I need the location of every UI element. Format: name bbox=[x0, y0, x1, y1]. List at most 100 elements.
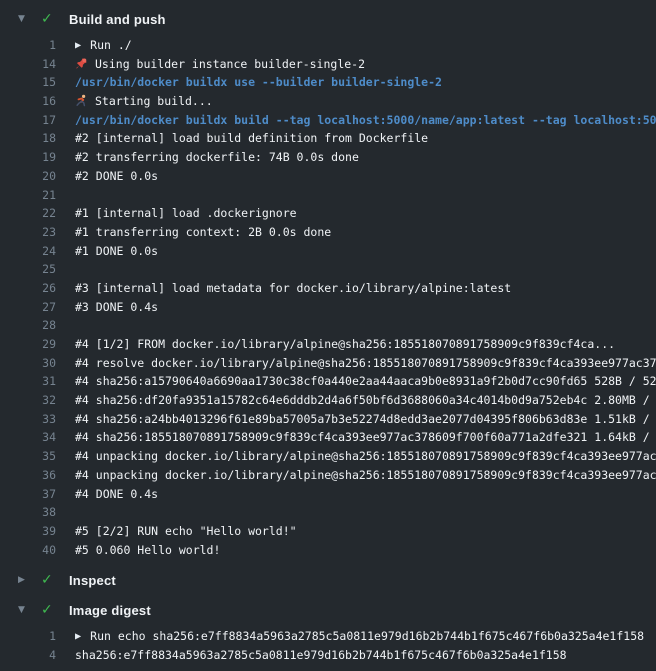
log-line-text: Starting build... bbox=[95, 94, 213, 108]
line-number[interactable]: 1 bbox=[0, 36, 70, 55]
log-line: 24 #1 DONE 0.0s bbox=[0, 242, 656, 261]
log-line-text: sha256:e7ff8834a5963a2785c5a0811e979d16b… bbox=[75, 648, 567, 662]
log-line-text: #3 [internal] load metadata for docker.i… bbox=[75, 281, 511, 295]
log-line-text: #4 sha256:df20fa9351a15782c64e6dddb2d4a6… bbox=[75, 393, 656, 407]
expand-group-icon[interactable]: ▶ bbox=[75, 37, 81, 55]
log-command-text: /usr/bin/docker buildx build --tag local… bbox=[70, 111, 656, 130]
log-line: 19#2 transferring dockerfile: 74B 0.0s d… bbox=[0, 148, 656, 167]
line-number[interactable]: 24 bbox=[0, 242, 70, 261]
section-header-inspect[interactable]: ▶✓Inspect bbox=[0, 565, 656, 595]
log-line: 35 #4 unpacking docker.io/library/alpine@… bbox=[0, 447, 656, 466]
log-line: 20 #2 DONE 0.0s bbox=[0, 167, 656, 186]
line-number[interactable]: 40 bbox=[0, 541, 70, 560]
log-text: #4 sha256:185518070891758909c9f839cf4ca3… bbox=[70, 428, 656, 447]
log-section-build-and-push: ▼✓Build and push1▶Run ./14 Using builder… bbox=[0, 4, 656, 565]
log-line: 14 Using builder instance builder-single… bbox=[0, 55, 656, 74]
line-number[interactable]: 19 bbox=[0, 148, 70, 167]
log-line-text: /usr/bin/docker buildx use --builder bui… bbox=[75, 75, 442, 89]
section-header-image-digest[interactable]: ▼✓Image digest bbox=[0, 595, 656, 625]
line-number[interactable]: 29 bbox=[0, 335, 70, 354]
log-text: ▶ Run ./ bbox=[70, 36, 656, 55]
log-line: 31 #4 sha256:a15790640a6690aa1730c38cf0a4… bbox=[0, 372, 656, 391]
line-number[interactable]: 28 bbox=[0, 316, 70, 335]
pushpin-icon bbox=[75, 57, 88, 70]
line-number[interactable]: 26 bbox=[0, 279, 70, 298]
line-number[interactable]: 30 bbox=[0, 354, 70, 373]
log-line-text: #1 [internal] load .dockerignore bbox=[75, 206, 297, 220]
log-line-text: #2 [internal] load build definition from… bbox=[75, 131, 428, 145]
log-line: 26 #3 [internal] load metadata for docker… bbox=[0, 279, 656, 298]
log-line-text: #5 [2/2] RUN echo "Hello world!" bbox=[75, 524, 297, 538]
log-text bbox=[70, 186, 656, 205]
log-block-build-and-push: 1 ▶ Run ./ 14 Using builder instance builde… bbox=[0, 34, 656, 565]
log-text: #4 unpacking docker.io/library/alpine@sh… bbox=[70, 447, 656, 466]
log-line-text: #4 resolve docker.io/library/alpine@sha2… bbox=[75, 356, 656, 370]
log-line: 1 ▶ Run echo sha256:e7ff8834a5963a2785c5a0… bbox=[0, 627, 656, 646]
log-line-text: #4 sha256:a15790640a6690aa1730c38cf0a440… bbox=[75, 374, 656, 388]
log-line-text: #4 unpacking docker.io/library/alpine@sh… bbox=[75, 449, 656, 463]
section-header-build-and-push[interactable]: ▼✓Build and push bbox=[0, 4, 656, 34]
log-text: #3 [internal] load metadata for docker.i… bbox=[70, 279, 656, 298]
log-line: 30 #4 resolve docker.io/library/alpine@sh… bbox=[0, 354, 656, 373]
section-title-inspect: Inspect bbox=[69, 573, 116, 588]
chevron-down-icon[interactable]: ▼ bbox=[18, 605, 32, 615]
line-number[interactable]: 35 bbox=[0, 447, 70, 466]
line-number[interactable]: 20 bbox=[0, 167, 70, 186]
line-number[interactable]: 23 bbox=[0, 223, 70, 242]
log-text: Starting build... bbox=[70, 92, 656, 111]
log-text: sha256:e7ff8834a5963a2785c5a0811e979d16b… bbox=[70, 646, 656, 665]
log-text: #5 [2/2] RUN echo "Hello world!" bbox=[70, 522, 656, 541]
log-line-text: /usr/bin/docker buildx build --tag local… bbox=[75, 113, 656, 127]
log-text: #3 DONE 0.4s bbox=[70, 298, 656, 317]
chevron-right-icon[interactable]: ▶ bbox=[18, 575, 32, 585]
line-number[interactable]: 31 bbox=[0, 372, 70, 391]
success-check-icon: ✓ bbox=[41, 11, 58, 27]
workflow-log-viewer: ▼✓Build and push1▶Run ./14 Using builder… bbox=[0, 0, 656, 671]
log-line-text: #3 DONE 0.4s bbox=[75, 300, 158, 314]
expand-group-icon[interactable]: ▶ bbox=[75, 628, 81, 646]
line-number[interactable]: 37 bbox=[0, 485, 70, 504]
log-line-text: #1 transferring context: 2B 0.0s done bbox=[75, 225, 331, 239]
log-line-text: #4 DONE 0.4s bbox=[75, 487, 158, 501]
line-number[interactable]: 16 bbox=[0, 92, 70, 111]
log-text: #2 [internal] load build definition from… bbox=[70, 129, 656, 148]
line-number[interactable]: 38 bbox=[0, 503, 70, 522]
log-text: #4 sha256:df20fa9351a15782c64e6dddb2d4a6… bbox=[70, 391, 656, 410]
log-section-inspect: ▶✓Inspect bbox=[0, 565, 656, 595]
log-text bbox=[70, 260, 656, 279]
log-line-text: Run echo sha256:e7ff8834a5963a2785c5a081… bbox=[90, 629, 644, 643]
line-number[interactable]: 1 bbox=[0, 627, 70, 646]
line-number[interactable]: 21 bbox=[0, 186, 70, 205]
log-line: 23 #1 transferring context: 2B 0.0s done bbox=[0, 223, 656, 242]
log-text: #2 transferring dockerfile: 74B 0.0s don… bbox=[70, 148, 656, 167]
line-number[interactable]: 32 bbox=[0, 391, 70, 410]
log-text: #4 [1/2] FROM docker.io/library/alpine@s… bbox=[70, 335, 656, 354]
log-text: #1 transferring context: 2B 0.0s done bbox=[70, 223, 656, 242]
chevron-down-icon[interactable]: ▼ bbox=[18, 14, 32, 24]
line-number[interactable]: 36 bbox=[0, 466, 70, 485]
line-number[interactable]: 39 bbox=[0, 522, 70, 541]
line-number[interactable]: 17 bbox=[0, 111, 70, 130]
log-text: #4 unpacking docker.io/library/alpine@sh… bbox=[70, 466, 656, 485]
log-line-text: #2 DONE 0.0s bbox=[75, 169, 158, 183]
line-number[interactable]: 18 bbox=[0, 129, 70, 148]
line-number[interactable]: 22 bbox=[0, 204, 70, 223]
log-command-text: /usr/bin/docker buildx use --builder bui… bbox=[70, 73, 656, 92]
log-line-text: Run ./ bbox=[90, 38, 132, 52]
line-number[interactable]: 34 bbox=[0, 428, 70, 447]
log-line: 21 bbox=[0, 186, 656, 205]
log-line-text: #4 unpacking docker.io/library/alpine@sh… bbox=[75, 468, 656, 482]
log-line: 37 #4 DONE 0.4s bbox=[0, 485, 656, 504]
line-number[interactable]: 4 bbox=[0, 646, 70, 665]
line-number[interactable]: 14 bbox=[0, 55, 70, 74]
log-line: 1 ▶ Run ./ bbox=[0, 36, 656, 55]
line-number[interactable]: 27 bbox=[0, 298, 70, 317]
log-line: 17/usr/bin/docker buildx build --tag loc… bbox=[0, 111, 656, 130]
section-title-image-digest: Image digest bbox=[69, 603, 151, 618]
log-line-text: #1 DONE 0.0s bbox=[75, 244, 158, 258]
line-number[interactable]: 25 bbox=[0, 260, 70, 279]
line-number[interactable]: 15 bbox=[0, 73, 70, 92]
line-number[interactable]: 33 bbox=[0, 410, 70, 429]
log-line: 38 bbox=[0, 503, 656, 522]
log-block-image-digest: 1 ▶ Run echo sha256:e7ff8834a5963a2785c5a0… bbox=[0, 625, 656, 670]
